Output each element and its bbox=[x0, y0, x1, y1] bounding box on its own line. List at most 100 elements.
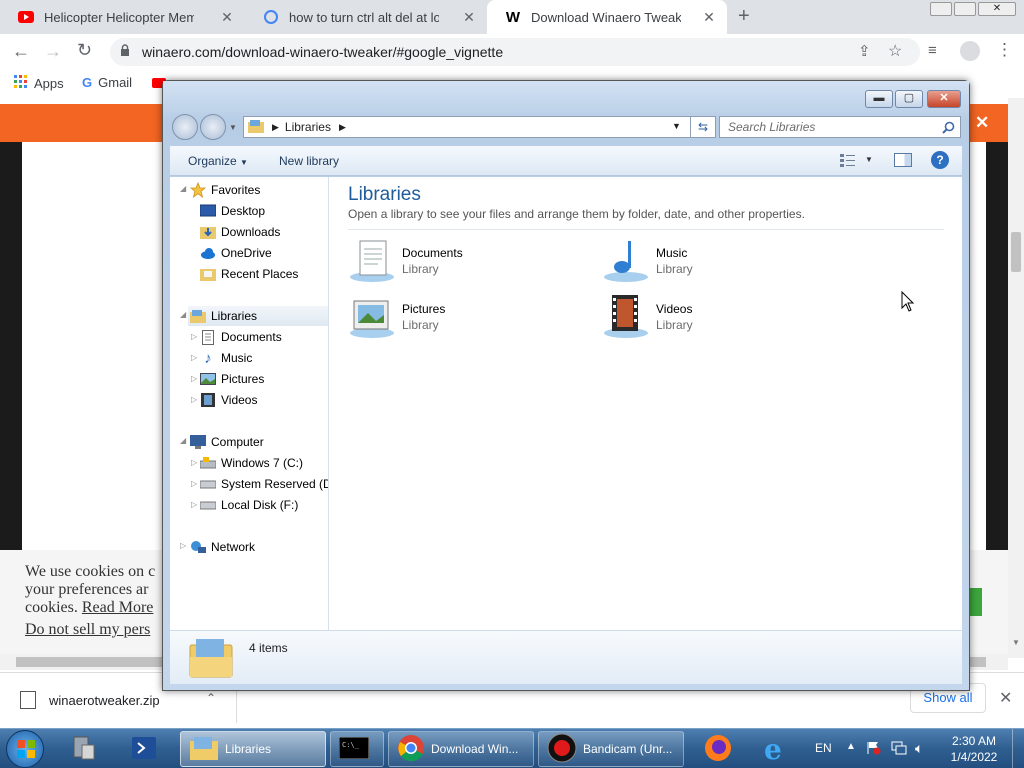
expand-arrow-icon[interactable]: ◢ bbox=[180, 436, 186, 445]
close-tab-icon[interactable]: ✕ bbox=[701, 9, 717, 26]
recent-pages-dropdown-icon[interactable]: ▼ bbox=[229, 123, 237, 132]
close-icon[interactable]: ✕ bbox=[999, 688, 1012, 708]
nav-computer[interactable]: Computer bbox=[190, 432, 264, 452]
minimize-button[interactable] bbox=[930, 2, 952, 16]
new-tab-button[interactable]: + bbox=[738, 5, 750, 28]
expand-arrow-icon[interactable]: ▷ bbox=[191, 458, 197, 467]
nav-network[interactable]: Network bbox=[190, 537, 255, 557]
library-documents[interactable]: Documents Library bbox=[348, 237, 568, 289]
library-videos[interactable]: Videos Library bbox=[602, 293, 822, 345]
explorer-address-bar[interactable]: ▶ Libraries ▶ ▼ ⇆ bbox=[243, 116, 716, 138]
search-input[interactable]: Search Libraries bbox=[719, 116, 961, 138]
nav-music[interactable]: ♪ Music bbox=[200, 348, 252, 368]
address-history-dropdown-icon[interactable]: ▼ bbox=[672, 121, 681, 131]
nav-pictures[interactable]: Pictures bbox=[200, 369, 264, 389]
read-more-link[interactable]: Read More bbox=[82, 599, 154, 616]
tab-youtube[interactable]: Helicopter Helicopter Meme TIKT ✕ bbox=[0, 0, 245, 34]
taskbar-internet-explorer[interactable]: e bbox=[756, 731, 800, 767]
nav-favorites[interactable]: Favorites bbox=[190, 180, 260, 200]
chevron-up-icon[interactable]: ⌃ bbox=[206, 691, 216, 705]
forward-button[interactable] bbox=[200, 114, 226, 140]
expand-arrow-icon[interactable]: ▷ bbox=[191, 374, 197, 383]
bookmark-gmail[interactable]: G Gmail bbox=[82, 75, 132, 90]
do-not-sell-link[interactable]: Do not sell my pers bbox=[25, 621, 175, 639]
library-music[interactable]: Music Library bbox=[602, 237, 822, 289]
nav-drive-f[interactable]: Local Disk (F:) bbox=[200, 495, 298, 515]
language-indicator[interactable]: EN bbox=[815, 741, 832, 755]
start-button[interactable] bbox=[6, 730, 44, 768]
breadcrumb-arrow-icon[interactable]: ▶ bbox=[272, 122, 279, 133]
videos-icon bbox=[200, 392, 216, 408]
cookie-accept-button[interactable] bbox=[968, 588, 982, 616]
preview-pane-icon[interactable] bbox=[894, 153, 912, 167]
back-icon[interactable]: ← bbox=[12, 41, 30, 62]
chrome-menu-icon[interactable]: ⋮ bbox=[996, 40, 1013, 60]
volume-icon[interactable]: 🔈︎ bbox=[915, 740, 923, 757]
url-text: winaero.com/download-winaero-tweaker/#go… bbox=[142, 44, 504, 60]
vertical-scrollbar[interactable]: ▼ bbox=[1008, 98, 1024, 658]
expand-arrow-icon[interactable]: ▷ bbox=[191, 353, 197, 362]
change-view-icon[interactable] bbox=[840, 153, 856, 167]
download-filename[interactable]: winaerotweaker.zip bbox=[49, 693, 160, 708]
clock[interactable]: 2:30 AM 1/4/2022 bbox=[944, 733, 1004, 765]
taskbar-pinned-app[interactable] bbox=[64, 731, 108, 767]
maximize-button[interactable]: ▢ bbox=[895, 90, 923, 108]
taskbar-libraries[interactable]: Libraries bbox=[180, 731, 326, 767]
taskbar-cmd[interactable]: C:\_ bbox=[330, 731, 384, 767]
windows-logo-icon bbox=[17, 740, 35, 761]
show-desktop-button[interactable] bbox=[1012, 729, 1024, 768]
nav-downloads[interactable]: Downloads bbox=[200, 222, 280, 242]
nav-drive-c[interactable]: Windows 7 (C:) bbox=[200, 453, 303, 473]
scrollbar-thumb[interactable] bbox=[1011, 232, 1021, 272]
tab-winaero[interactable]: W Download Winaero Tweaker ✕ bbox=[487, 0, 727, 34]
nav-videos[interactable]: Videos bbox=[200, 390, 257, 410]
nav-documents[interactable]: Documents bbox=[200, 327, 282, 347]
close-tab-icon[interactable]: ✕ bbox=[461, 9, 477, 26]
refresh-icon[interactable]: ⇆ bbox=[690, 117, 715, 137]
expand-arrow-icon[interactable]: ◢ bbox=[180, 184, 186, 193]
nav-recent-places[interactable]: Recent Places bbox=[200, 264, 298, 284]
expand-arrow-icon[interactable]: ▷ bbox=[191, 395, 197, 404]
profile-avatar[interactable] bbox=[960, 41, 980, 61]
maximize-button[interactable] bbox=[954, 2, 976, 16]
close-button[interactable]: ✕ bbox=[927, 90, 961, 108]
breadcrumb-libraries[interactable]: Libraries bbox=[285, 120, 331, 134]
bookmark-apps[interactable]: Apps bbox=[14, 75, 64, 92]
reload-icon[interactable]: ↻ bbox=[77, 40, 92, 61]
search-icon[interactable] bbox=[942, 120, 955, 140]
help-icon[interactable]: ? bbox=[931, 151, 949, 169]
new-library-button[interactable]: New library bbox=[279, 154, 339, 168]
taskbar-chrome[interactable]: Download Win... bbox=[388, 731, 534, 767]
reading-list-icon[interactable]: ≡ bbox=[928, 42, 937, 59]
back-button[interactable] bbox=[172, 114, 198, 140]
expand-arrow-icon[interactable]: ▷ bbox=[180, 541, 186, 550]
bookmark-star-icon[interactable]: ☆ bbox=[888, 41, 902, 61]
library-pictures[interactable]: Pictures Library bbox=[348, 293, 568, 345]
address-bar[interactable]: winaero.com/download-winaero-tweaker/#go… bbox=[110, 38, 920, 66]
tab-google-search[interactable]: how to turn ctrl alt del at logon ✕ bbox=[245, 0, 487, 34]
expand-arrow-icon[interactable]: ▷ bbox=[191, 479, 197, 488]
expand-arrow-icon[interactable]: ◢ bbox=[180, 310, 186, 319]
taskbar-powershell[interactable] bbox=[124, 731, 168, 767]
action-center-flag-icon[interactable] bbox=[866, 741, 882, 755]
nav-desktop[interactable]: Desktop bbox=[200, 201, 265, 221]
minimize-button[interactable]: ▬ bbox=[865, 90, 893, 108]
close-tab-icon[interactable]: ✕ bbox=[219, 9, 235, 26]
expand-arrow-icon[interactable]: ▷ bbox=[191, 332, 197, 341]
show-hidden-icons-icon[interactable]: ▲ bbox=[846, 741, 856, 752]
nav-libraries[interactable]: Libraries bbox=[188, 306, 328, 326]
taskbar-bandicam[interactable]: Bandicam (Unr... bbox=[538, 731, 684, 767]
taskbar-firefox[interactable] bbox=[696, 731, 740, 767]
nav-onedrive[interactable]: OneDrive bbox=[200, 243, 272, 263]
network-status-icon[interactable] bbox=[891, 741, 907, 755]
view-dropdown-icon[interactable]: ▼ bbox=[865, 155, 873, 164]
forward-icon[interactable]: → bbox=[44, 41, 62, 62]
organize-button[interactable]: Organize ▼ bbox=[188, 154, 248, 168]
scroll-down-arrow-icon[interactable]: ▼ bbox=[1012, 638, 1020, 647]
close-banner-icon[interactable]: ✕ bbox=[975, 113, 989, 133]
share-icon[interactable]: ⇪ bbox=[858, 42, 871, 60]
nav-drive-d[interactable]: System Reserved (D: bbox=[200, 474, 328, 494]
close-window-button[interactable]: ✕ bbox=[978, 2, 1016, 16]
breadcrumb-arrow-icon[interactable]: ▶ bbox=[339, 122, 346, 133]
expand-arrow-icon[interactable]: ▷ bbox=[191, 500, 197, 509]
